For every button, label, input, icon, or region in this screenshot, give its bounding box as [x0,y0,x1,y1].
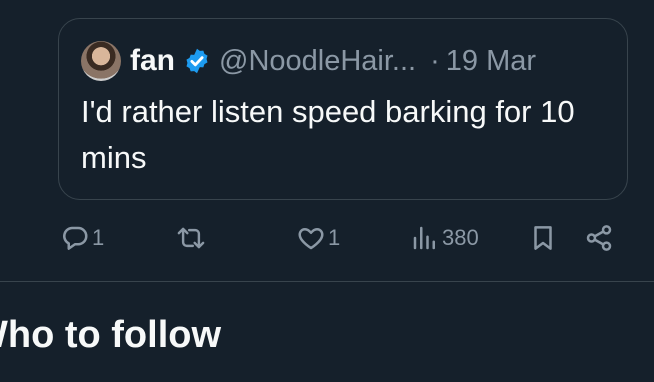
retweet-button[interactable] [174,218,208,258]
author-name[interactable]: fan [130,44,175,78]
share-button[interactable] [584,218,614,258]
tweet-date[interactable]: 19 Mar [446,45,536,78]
section-divider [0,281,654,282]
separator-dot: · [430,44,440,77]
who-to-follow-heading: Who to follow [0,314,222,356]
avatar[interactable] [81,41,121,81]
reply-button[interactable]: 1 [60,218,104,258]
views-chart-icon [410,223,440,253]
tweet-action-bar: 1 1 380 [58,218,618,258]
reply-count: 1 [92,225,105,250]
page: fan @NoodleHair... · 19 Mar I'd rather l… [0,0,654,382]
bookmark-icon [528,223,558,253]
views-button[interactable]: 380 [410,218,479,258]
heart-icon [296,223,326,253]
author-handle[interactable]: @NoodleHair... [219,45,416,78]
like-button[interactable]: 1 [296,218,340,258]
bookmark-button[interactable] [528,218,558,258]
like-count: 1 [328,225,341,250]
quoted-tweet-text: I'd rather listen speed barking for 10 m… [81,94,575,175]
retweet-icon [174,223,208,253]
verified-badge-icon [183,47,211,75]
reply-icon [60,223,90,253]
view-count: 380 [442,225,479,250]
quoted-tweet-card[interactable]: fan @NoodleHair... · 19 Mar I'd rather l… [58,18,628,200]
share-icon [584,223,614,253]
quoted-tweet-header: fan @NoodleHair... · 19 Mar [81,41,536,81]
